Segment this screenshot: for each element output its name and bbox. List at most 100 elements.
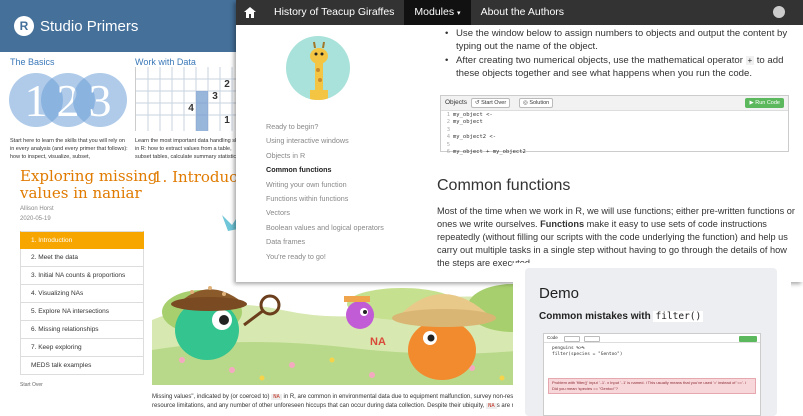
sidebar-item[interactable]: Vectors xyxy=(266,208,416,217)
interactive-code-widget: Objects ↺ Start Over ◎ Solution ▶ Run Co… xyxy=(440,95,789,155)
sidebar-item[interactable]: Boolean values and logical operators xyxy=(266,223,416,232)
mini-run-button xyxy=(739,335,757,342)
run-code-label: Run Code xyxy=(755,100,780,106)
mini-start-over-button xyxy=(564,335,580,342)
naniar-title: Exploring missing values in naniar xyxy=(20,167,158,202)
sidebar-item[interactable]: Data frames xyxy=(266,237,416,246)
line-number: 5 xyxy=(446,141,450,148)
sidebar-item[interactable]: Using interactive windows xyxy=(266,136,416,145)
para-text: Missing values", indicated by (or coerce… xyxy=(152,394,270,400)
demo-subtitle: Common mistakes with filter() xyxy=(539,311,704,322)
intro-paragraph: Missing values", indicated by (or coerce… xyxy=(152,393,564,411)
toc-item[interactable]: 2. Meet the data xyxy=(20,249,144,267)
about-authors-link[interactable]: About the Authors xyxy=(471,0,574,25)
line-number: 4 xyxy=(446,134,450,141)
para-bold: Functions xyxy=(540,219,585,229)
modules-label: Modules xyxy=(414,6,455,18)
code-line: 4 my_object2 <- xyxy=(441,134,788,141)
widget-title: Objects xyxy=(445,99,468,106)
demo-card: Demo Common mistakes with filter() Code … xyxy=(525,268,777,416)
solution-label: Solution xyxy=(529,100,550,106)
subtitle-text: Common mistakes with xyxy=(539,311,651,322)
rstudio-primers-window: R Studio Primers The Basics 1 2 3 Work w… xyxy=(0,0,250,170)
line-number: 1 xyxy=(446,112,450,118)
mini-error-message: Problem with 'filter()' input '..1'. x I… xyxy=(548,378,756,394)
sidebar-item[interactable]: Objects in R xyxy=(266,151,416,160)
sidebar-item[interactable]: Writing your own function xyxy=(266,180,416,189)
subtitle-code: filter() xyxy=(653,311,704,322)
grid-number: 4 xyxy=(188,103,194,114)
line-number: 2 xyxy=(446,119,450,126)
toc-item[interactable]: 5. Explore NA intersections xyxy=(20,303,144,321)
github-icon[interactable] xyxy=(773,6,785,18)
mini-code-line: filter(species = "Gentoo") xyxy=(552,352,623,357)
mini-code: penguins %>% filter(species = "Gentoo") xyxy=(552,346,622,358)
giraffe-icon xyxy=(310,41,328,100)
line-text: my_object + my_object2 xyxy=(453,148,526,155)
toc-item[interactable]: 3. Initial NA counts & proportions xyxy=(20,267,144,285)
card-title-work-with-data[interactable]: Work with Data xyxy=(135,57,196,67)
mini-solution-button xyxy=(584,335,600,342)
start-over-link[interactable]: Start Over xyxy=(20,382,43,388)
code-line: 6 my_object + my_object2 xyxy=(441,149,788,156)
toc-item[interactable]: 6. Missing relationships xyxy=(20,321,144,339)
sidebar-item[interactable]: Functions within functions xyxy=(266,194,416,203)
toc-item[interactable]: 7. Keep exploring xyxy=(20,339,144,357)
mini-toolbar: Code xyxy=(544,334,760,343)
solution-button[interactable]: ◎ Solution xyxy=(519,98,554,108)
lesson-content: Use the window below to assign numbers t… xyxy=(431,25,803,282)
primers-brand[interactable]: Studio Primers xyxy=(40,18,138,35)
demo-title: Demo xyxy=(539,285,580,302)
sidebar-item[interactable]: You're ready to go! xyxy=(266,252,416,261)
sidebar-item[interactable]: Ready to begin? xyxy=(266,122,416,131)
home-icon[interactable] xyxy=(236,7,264,18)
work-data-grid-graphic[interactable]: 2 3 4 1 xyxy=(135,67,244,131)
code-line: 3 xyxy=(441,127,788,134)
grid-number: 1 xyxy=(224,115,230,126)
card-desc-basics: Start here to learn the skills that you … xyxy=(10,138,128,160)
code-editor[interactable]: 1 my_object <- 2 my_object 3 4 my_object2 <… xyxy=(441,112,788,156)
run-code-button[interactable]: ▶ Run Code xyxy=(745,98,784,108)
table-of-contents: 1. Introduction 2. Meet the data 3. Init… xyxy=(20,231,144,375)
section-heading-common-functions: Common functions xyxy=(437,177,571,194)
site-title-link[interactable]: History of Teacup Giraffes xyxy=(264,0,404,25)
giraffe-avatar xyxy=(286,36,350,100)
teacup-giraffes-window: History of Teacup Giraffes Modules ▾ Abo… xyxy=(236,0,803,282)
r-logo-icon: R xyxy=(14,16,34,36)
top-navbar: History of Teacup Giraffes Modules ▾ Abo… xyxy=(236,0,803,25)
module-sidebar: Ready to begin? Using interactive window… xyxy=(236,25,431,282)
card-title-basics[interactable]: The Basics xyxy=(10,57,55,67)
demo-code-screenshot: Code penguins %>% filter(species = "Gent… xyxy=(543,333,761,416)
start-over-button[interactable]: ↺ Start Over xyxy=(471,98,511,108)
list-text: After creating two numerical objects, us… xyxy=(456,55,743,66)
body-paragraph: Most of the time when we work in R, we w… xyxy=(437,205,799,270)
code-toolbar: Objects ↺ Start Over ◎ Solution ▶ Run Co… xyxy=(441,96,788,111)
toc-item[interactable]: MEDS talk examples xyxy=(20,357,144,375)
grid-number: 3 xyxy=(212,91,218,102)
code-line: 1 my_object <- xyxy=(441,112,788,119)
inline-code: + xyxy=(745,56,755,65)
grid-number: 2 xyxy=(224,79,230,90)
list-item: After creating two numerical objects, us… xyxy=(445,54,795,80)
na-label-text: NA xyxy=(370,336,386,348)
chevron-down-icon: ▾ xyxy=(457,10,461,17)
code-line: 2 my_object xyxy=(441,119,788,126)
instruction-list: Use the window below to assign numbers t… xyxy=(445,27,795,81)
start-over-label: Start Over xyxy=(481,100,507,106)
inline-code: NA xyxy=(486,403,497,409)
sidebar-item-active[interactable]: Common functions xyxy=(266,165,416,174)
line-text: my_object xyxy=(453,119,483,126)
line-text: my_object2 <- xyxy=(453,134,497,141)
sidebar-nav: Ready to begin? Using interactive window… xyxy=(266,122,416,266)
mini-title: Code xyxy=(547,335,558,340)
date: 2020-05-19 xyxy=(20,216,51,222)
modules-dropdown[interactable]: Modules ▾ xyxy=(404,0,471,25)
basics-venn-graphic[interactable]: 1 2 3 xyxy=(9,73,127,128)
toc-item[interactable]: 4. Visualizing NAs xyxy=(20,285,144,303)
venn-circle-3: 3 xyxy=(73,73,127,127)
line-number: 3 xyxy=(446,126,450,133)
primers-header: R Studio Primers xyxy=(0,0,250,52)
inline-code: NA xyxy=(271,394,282,400)
toc-item[interactable]: 1. Introduction xyxy=(20,231,144,249)
card-desc-work-with-data: Learn the most important data handling s… xyxy=(135,138,245,160)
